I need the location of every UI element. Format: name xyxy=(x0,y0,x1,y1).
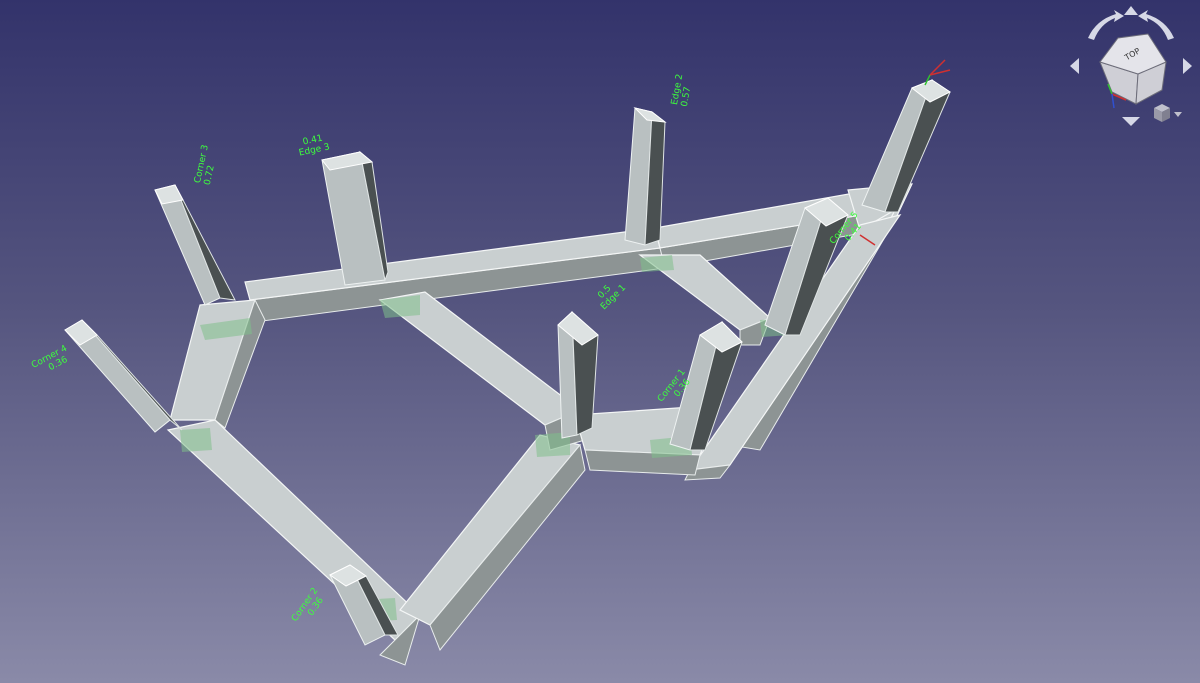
z-axis-line xyxy=(1111,93,1115,109)
beam-left-upper[interactable] xyxy=(169,298,266,429)
view-cube[interactable]: TOP xyxy=(1099,33,1167,105)
post-center[interactable] xyxy=(557,310,599,439)
post-edge-2[interactable] xyxy=(624,107,667,246)
beam-front-right[interactable] xyxy=(399,434,586,651)
arrow-up-icon[interactable] xyxy=(1124,6,1138,15)
navigation-cube[interactable]: TOP xyxy=(1066,4,1196,129)
post-edge-3[interactable] xyxy=(321,150,389,286)
arrow-down-icon[interactable] xyxy=(1122,117,1140,126)
post-corner-3[interactable] xyxy=(154,184,236,306)
3d-viewport[interactable]: Corner 4 0.36 Corner 3 0.72 0.41 Edge 3 … xyxy=(0,0,1200,683)
arrow-left-icon[interactable] xyxy=(1070,58,1079,74)
model-scene[interactable] xyxy=(0,0,1200,683)
post-corner-4[interactable] xyxy=(64,319,183,433)
view-menu-icon[interactable] xyxy=(1154,104,1182,122)
post-corner-5[interactable] xyxy=(861,79,951,213)
arrow-right-icon[interactable] xyxy=(1183,58,1192,74)
rotate-left-icon[interactable] xyxy=(1088,10,1124,40)
